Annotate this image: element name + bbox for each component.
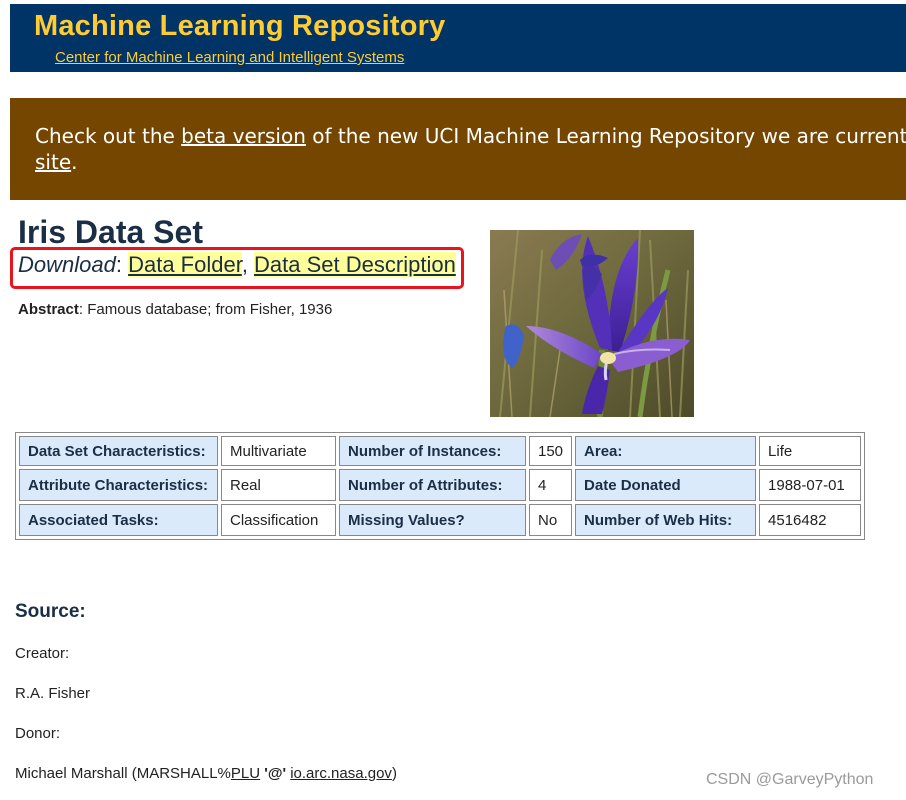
abstract-text: : Famous database; from Fisher, 1936 [78,301,333,318]
table-value-cell: 1988-07-01 [759,469,862,501]
donor-email-link-part-1[interactable]: PLU [231,765,260,782]
table-key-cell: Data Set Characteristics: [19,436,218,466]
source-heading: Source: [15,601,86,622]
table-key-cell: Area: [575,436,757,466]
donor-label: Donor: [15,725,61,742]
banner-line-1: Check out the beta version of the new UC… [35,123,906,150]
table-value-cell: No [529,504,573,536]
dataset-characteristics-table: Data Set Characteristics: Multivariate N… [15,432,866,540]
iris-flower-image [490,230,694,417]
banner-line-2: site. [35,149,77,176]
creator-label: Creator: [15,645,70,662]
site-subtitle-link[interactable]: Center for Machine Learning and Intellig… [55,49,404,66]
creator-name: R.A. Fisher [15,685,91,702]
abstract: Abstract: Famous database; from Fisher, … [18,301,332,318]
table-row: Data Set Characteristics: Multivariate N… [19,436,862,466]
donor-info: Michael Marshall (MARSHALL%PLU '@' io.ar… [15,765,397,782]
table-key-cell: Number of Web Hits: [575,504,757,536]
table-row: Attribute Characteristics: Real Number o… [19,469,862,501]
table-row: Associated Tasks: Classification Missing… [19,504,862,536]
site-title[interactable]: Machine Learning Repository [34,10,445,43]
table-value-cell: 4516482 [759,504,862,536]
donor-email-link-part-2[interactable]: io.arc.nasa.gov [290,765,392,782]
page-title: Iris Data Set [18,214,203,250]
site-link[interactable]: site [35,150,71,174]
donor-prefix: Michael Marshall (MARSHALL% [15,765,231,782]
table-value-cell: 4 [529,469,573,501]
table-key-cell: Missing Values? [339,504,526,536]
table-value-cell: Life [759,436,862,466]
watermark-text: CSDN @GarveyPython [706,771,874,788]
table-key-cell: Date Donated [575,469,757,501]
abstract-label: Abstract [18,301,79,318]
table-value-cell: Real [221,469,336,501]
donor-suffix: ) [391,765,397,782]
banner-middle: of the new UCI Machine Learning Reposito… [305,124,906,148]
banner-prefix: Check out the [35,124,182,148]
table-key-cell: Attribute Characteristics: [19,469,218,501]
table-key-cell: Number of Instances: [339,436,526,466]
beta-version-link[interactable]: beta version [181,124,306,148]
annotation-highlight-box [10,247,464,289]
table-value-cell: 150 [529,436,573,466]
banner-suffix: . [71,150,78,174]
table-value-cell: Multivariate [221,436,336,466]
table-key-cell: Associated Tasks: [19,504,218,536]
site-header: Machine Learning Repository Center for M… [10,4,906,72]
beta-banner: Check out the beta version of the new UC… [10,98,906,200]
table-key-cell: Number of Attributes: [339,469,526,501]
donor-at: '@' [260,765,291,782]
table-value-cell: Classification [221,504,336,536]
